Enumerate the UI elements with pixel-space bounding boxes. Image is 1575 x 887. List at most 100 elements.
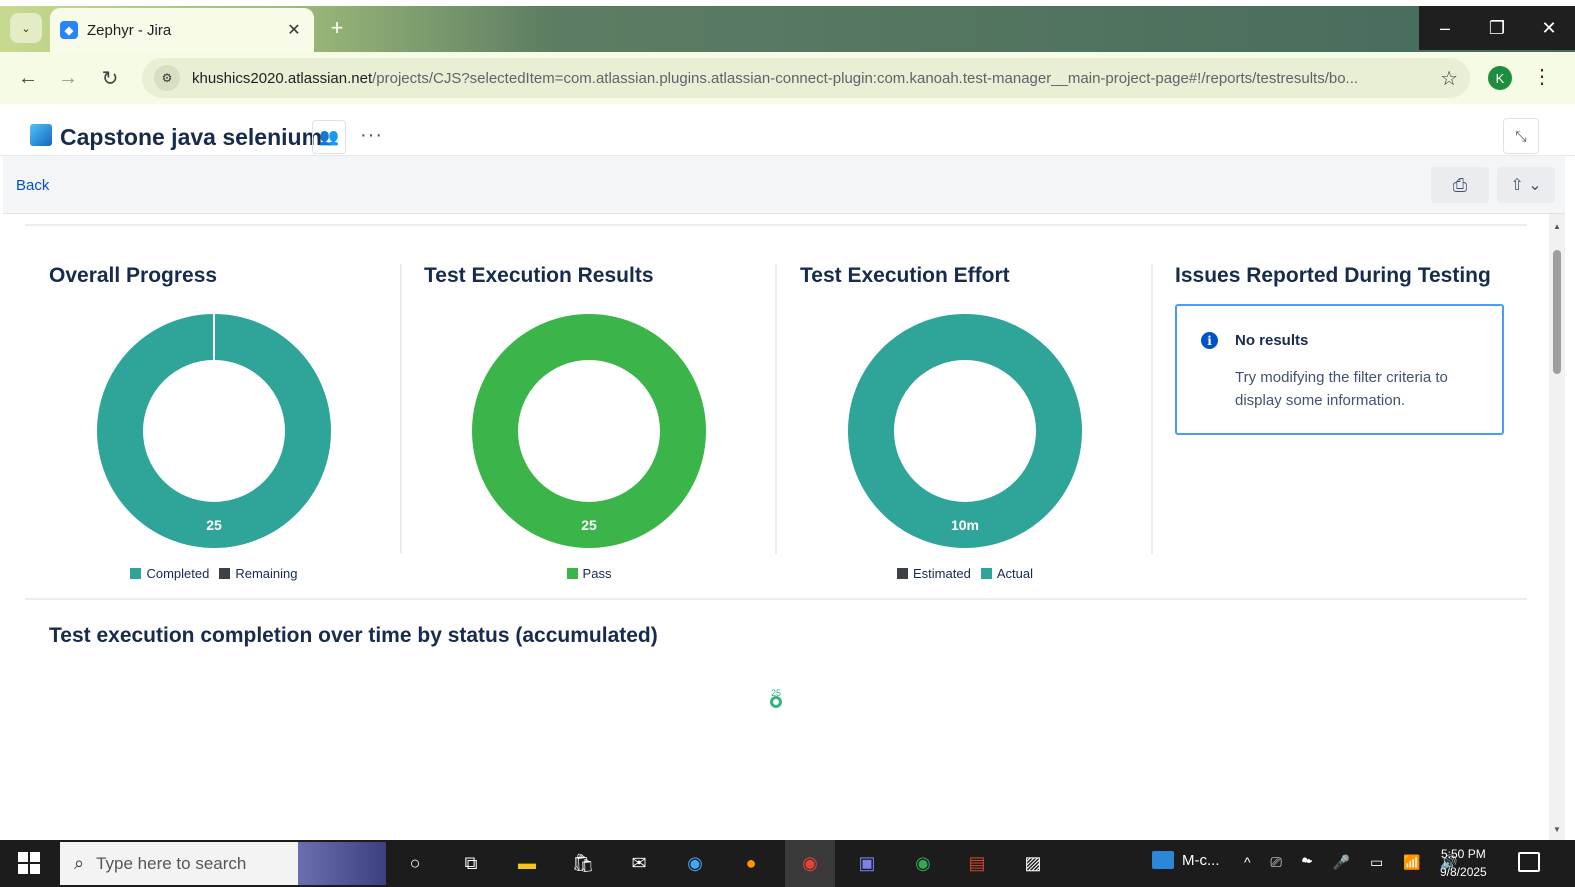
system-tray-icons[interactable]: ^ ⎚ ☁ 🎤 ▭ 📶 🔊 <box>1244 854 1466 871</box>
taskbar-search-placeholder: Type here to search <box>96 853 247 873</box>
tray-app-icon <box>1152 851 1174 869</box>
project-people-icon[interactable]: 👥 <box>312 120 346 154</box>
clock-time: 5:50 PM <box>1441 847 1486 861</box>
scroll-down-arrow-icon[interactable]: ▼ <box>1549 825 1565 834</box>
page-scrollbar[interactable]: ▲ ▼ <box>1549 214 1565 840</box>
restore-button[interactable]: ❐ <box>1471 6 1523 50</box>
legend-label: Estimated <box>913 566 971 581</box>
panel-divider <box>400 264 402 554</box>
legend-label: Actual <box>996 566 1033 581</box>
windows-start-icon[interactable] <box>18 852 40 874</box>
overall-progress-donut: 25 <box>97 314 331 548</box>
export-button[interactable]: ⇧ ⌄ <box>1497 167 1555 203</box>
teams-icon[interactable]: ▣ <box>852 848 882 878</box>
test-execution-results-donut: 25 <box>472 314 706 548</box>
scroll-up-arrow-icon[interactable]: ▲ <box>1549 222 1565 231</box>
mail-icon[interactable]: ✉ <box>624 848 654 878</box>
tab-close-icon[interactable]: ✕ <box>284 20 304 40</box>
notifications-icon[interactable] <box>1518 852 1540 872</box>
powerpoint-icon[interactable]: ▤ <box>962 848 992 878</box>
taskbar-search-box[interactable]: ⌕ Type here to search <box>60 842 298 885</box>
system-clock[interactable]: 5:50 PM 9/8/2025 <box>1440 845 1487 881</box>
window-controls: – ❐ ✕ <box>1419 6 1575 50</box>
report-content: Overall Progress 25 Completed Remaining … <box>0 214 1549 840</box>
search-icon: ⌕ <box>74 853 85 873</box>
reload-icon[interactable]: ↻ <box>96 64 124 92</box>
donut-slice-pass[interactable] <box>472 314 706 548</box>
legend-item-remaining[interactable]: Remaining <box>219 566 298 581</box>
photos-icon[interactable]: ▨ <box>1018 848 1048 878</box>
browser-menu-icon[interactable]: ⋮ <box>1532 64 1552 89</box>
minimize-button[interactable]: – <box>1419 6 1471 50</box>
section-title: Test execution completion over time by s… <box>49 624 658 647</box>
more-actions-icon[interactable]: ··· <box>360 124 383 147</box>
tray-app-label: M-c... <box>1182 851 1220 869</box>
donut-center-value: 25 <box>581 517 597 533</box>
scroll-thumb[interactable] <box>1553 250 1561 374</box>
tray-app[interactable]: M-c... <box>1152 851 1220 869</box>
legend-item-completed[interactable]: Completed <box>130 566 209 581</box>
overall-progress-panel: Overall Progress 25 Completed Remaining <box>49 264 401 604</box>
legend-swatch <box>980 568 992 579</box>
back-arrow-icon[interactable]: ← <box>14 64 42 92</box>
panel-divider <box>775 264 777 554</box>
issues-reported-panel: Issues Reported During Testing i No resu… <box>1175 264 1527 604</box>
panel-title: Issues Reported During Testing <box>1175 264 1491 287</box>
cortana-icon[interactable]: ○ <box>400 848 430 878</box>
legend-item-pass[interactable]: Pass <box>566 566 612 581</box>
new-tab-plus-icon[interactable]: + <box>322 14 352 42</box>
edge-icon[interactable]: ◉ <box>680 848 710 878</box>
legend-item-estimated[interactable]: Estimated <box>897 566 971 581</box>
url-bar[interactable]: ⚙ khushics2020.atlassian.net/projects/CJ… <box>142 58 1470 98</box>
jira-favicon-icon: ◆ <box>60 21 78 39</box>
chart-data-point[interactable] <box>770 696 782 708</box>
panel-title: Test Execution Effort <box>800 264 1010 287</box>
legend-item-actual[interactable]: Actual <box>980 566 1033 581</box>
legend-label: Pass <box>582 566 612 581</box>
print-button[interactable]: ⎙ <box>1431 167 1489 203</box>
store-icon[interactable]: 🛍 <box>568 848 598 878</box>
legend-label: Completed <box>146 566 210 581</box>
site-settings-icon[interactable]: ⚙ <box>154 65 180 91</box>
donut-center-value: 10m <box>951 517 979 533</box>
close-window-button[interactable]: ✕ <box>1523 6 1575 50</box>
no-results-body: Try modifying the filter criteria to dis… <box>1235 369 1448 409</box>
chart-legend: Pass <box>424 566 754 581</box>
section-divider <box>25 598 1527 600</box>
legend-swatch <box>897 568 909 579</box>
url-path: /projects/CJS?selectedItem=com.atlassian… <box>372 69 1359 87</box>
taskbar: ⌕ Type here to search ○ ⧉ ▬ 🛍 ✉ ◉ ● ◉ ▣ … <box>0 840 1575 887</box>
clock-date: 9/8/2025 <box>1440 865 1487 879</box>
task-view-icon[interactable]: ⧉ <box>456 848 486 878</box>
bookmark-star-icon[interactable]: ☆ <box>1440 66 1458 91</box>
donut-slice-actual[interactable] <box>848 314 1082 548</box>
tab-search-icon[interactable]: ⌄ <box>10 13 42 43</box>
no-results-title: No results <box>1235 332 1309 349</box>
collapse-icon[interactable]: ⤡ <box>1503 118 1539 154</box>
panel-divider <box>1151 264 1153 554</box>
top-divider <box>25 224 1527 226</box>
back-link[interactable]: Back <box>16 177 49 194</box>
forward-arrow-icon[interactable]: → <box>54 64 82 92</box>
url-text[interactable]: khushics2020.atlassian.net/projects/CJS?… <box>192 70 1430 87</box>
donut-slice-completed[interactable] <box>97 314 331 548</box>
chart-legend: Estimated Actual <box>800 566 1130 581</box>
report-toolbar: Back ⎙ ⇧ ⌄ <box>3 156 1565 214</box>
printer-icon: ⎙ <box>1452 174 1468 195</box>
legend-label: Remaining <box>235 566 298 581</box>
donut-center-value: 25 <box>206 517 222 533</box>
profile-avatar[interactable]: K <box>1488 66 1512 90</box>
chart-legend: Completed Remaining <box>49 566 379 581</box>
test-execution-results-panel: Test Execution Results 25 Pass <box>424 264 776 604</box>
legend-swatch <box>566 568 578 579</box>
chrome-icon[interactable]: ◉ <box>795 848 825 878</box>
file-explorer-icon[interactable]: ▬ <box>512 848 542 878</box>
test-execution-effort-panel: Test Execution Effort 10m Estimated Actu… <box>800 264 1152 604</box>
info-icon: i <box>1201 332 1218 349</box>
firefox-icon[interactable]: ● <box>736 848 766 878</box>
address-toolbar: ← → ↻ ⚙ khushics2020.atlassian.net/proje… <box>0 52 1575 104</box>
browser-tab[interactable]: ◆ Zephyr - Jira ✕ <box>50 8 314 52</box>
chrome-profile-icon[interactable]: ◉ <box>908 848 938 878</box>
panel-title: Test Execution Results <box>424 264 654 287</box>
url-domain: khushics2020.atlassian.net <box>192 69 373 87</box>
